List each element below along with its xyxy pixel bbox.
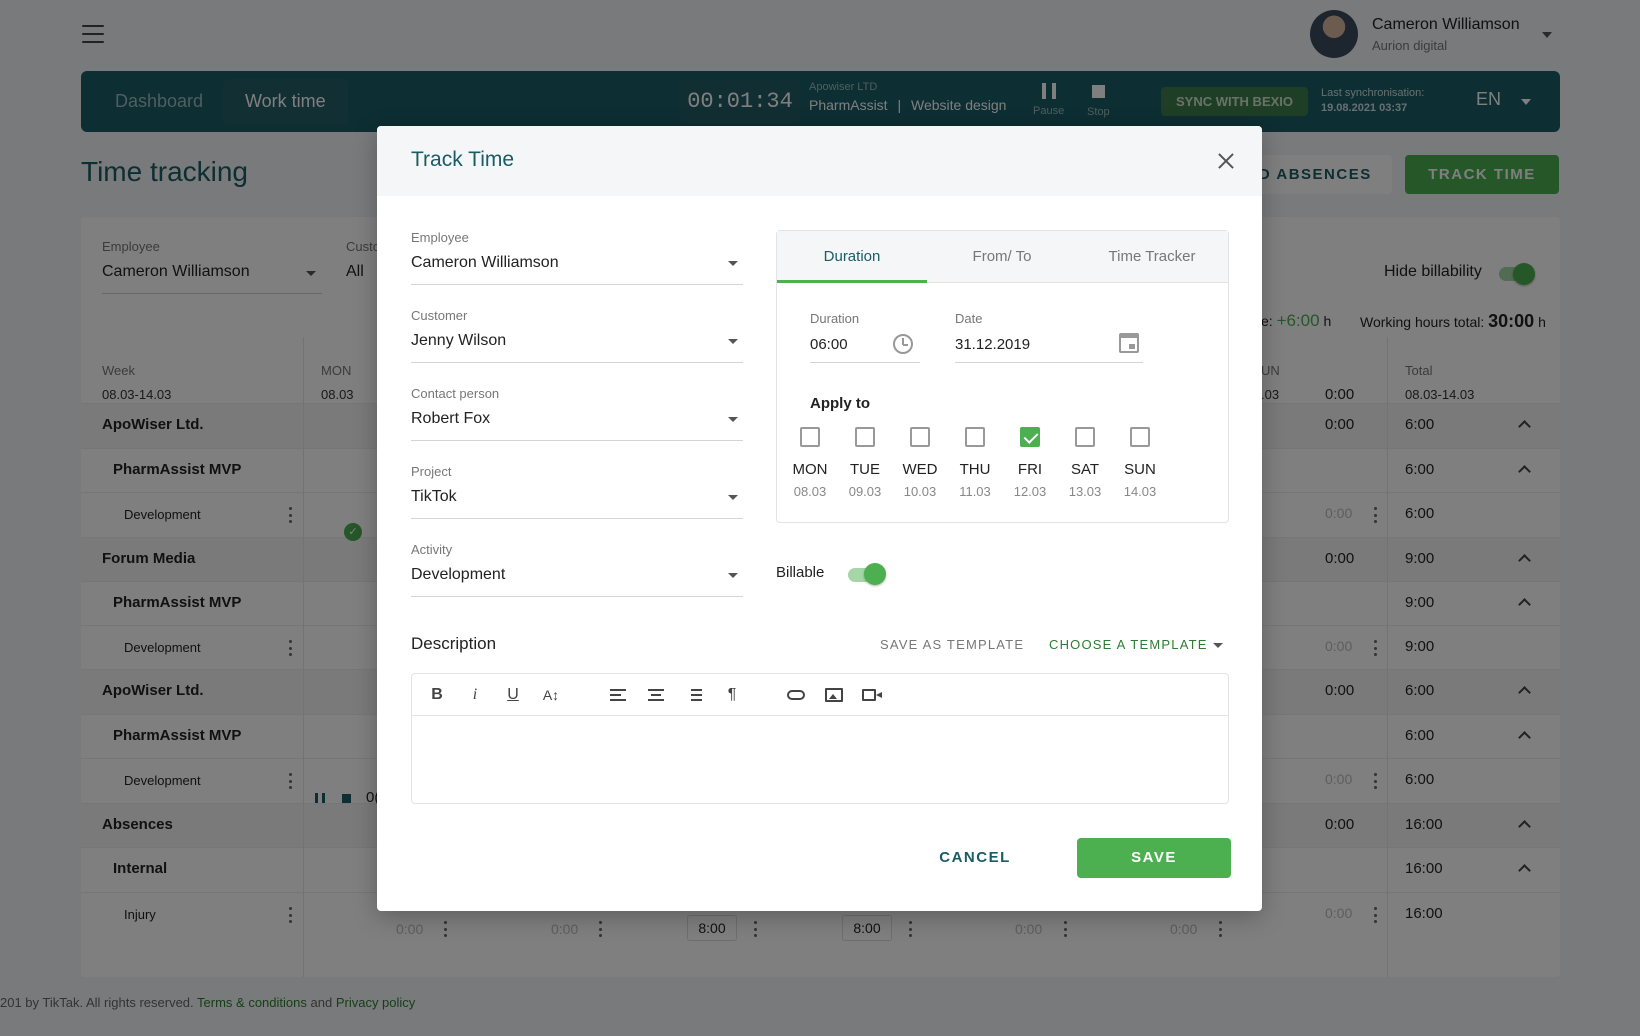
clock-icon[interactable] (893, 334, 913, 354)
day-checkbox-fri[interactable]: FRI 12.03 (1005, 427, 1055, 499)
calendar-icon[interactable] (1119, 333, 1139, 353)
duration-label: Duration (810, 311, 860, 326)
customer-label: Customer (411, 308, 468, 323)
day-name: SAT (1070, 461, 1100, 478)
divider (955, 362, 1143, 363)
duration-input[interactable]: 06:00 (810, 336, 848, 353)
save-button[interactable]: SAVE (1077, 838, 1231, 878)
date-label: Date (955, 311, 983, 326)
day-name: SUN (1124, 461, 1156, 478)
bold-icon[interactable]: B (425, 684, 449, 706)
divider (411, 284, 743, 285)
underline-icon[interactable]: U (501, 684, 525, 706)
close-icon[interactable] (1215, 150, 1237, 172)
checkbox[interactable] (800, 427, 820, 447)
employee-select[interactable]: Employee Cameron Williamson (411, 230, 743, 292)
customer-select[interactable]: Customer Jenny Wilson (411, 308, 743, 370)
day-name: FRI (1017, 461, 1043, 478)
day-checkbox-sat[interactable]: SAT 13.03 (1060, 427, 1110, 499)
checkbox[interactable] (855, 427, 875, 447)
contact-person-select[interactable]: Contact person Robert Fox (411, 386, 743, 448)
day-date: 09.03 (848, 484, 882, 499)
tab-time-tracker[interactable]: Time Tracker (1077, 231, 1227, 283)
employee-value[interactable]: Cameron Williamson (411, 254, 559, 272)
day-date: 08.03 (793, 484, 827, 499)
chevron-down-icon[interactable] (728, 573, 738, 578)
day-checkbox-mon[interactable]: MON 08.03 (785, 427, 835, 499)
project-value[interactable]: TikTok (411, 488, 457, 506)
billable-label: Billable (776, 564, 825, 581)
day-date: 14.03 (1123, 484, 1157, 499)
dialog-header: Track Time (377, 126, 1262, 196)
project-select[interactable]: Project TikTok (411, 464, 743, 526)
description-title: Description (411, 634, 497, 653)
time-entry-tabs: Duration From/ To Time Tracker Duration … (776, 230, 1229, 523)
numbered-list-icon[interactable] (682, 684, 706, 706)
paragraph-icon[interactable]: ¶ (720, 684, 744, 706)
cancel-button[interactable]: CANCEL (920, 838, 1030, 878)
italic-icon[interactable]: i (463, 684, 487, 706)
chevron-down-icon[interactable] (728, 495, 738, 500)
tab-from-to[interactable]: From/ To (927, 231, 1077, 283)
date-input[interactable]: 31.12.2019 (955, 336, 1030, 353)
tab-duration[interactable]: Duration (777, 231, 927, 283)
editor-toolbar: B i U A↕ ¶ (412, 674, 1228, 716)
day-checkbox-thu[interactable]: THU 11.03 (950, 427, 1000, 499)
save-as-template-button[interactable]: SAVE AS TEMPLATE (880, 637, 1024, 652)
activity-value[interactable]: Development (411, 566, 505, 584)
day-checkbox-wed[interactable]: WED 10.03 (895, 427, 945, 499)
choose-template-button[interactable]: CHOOSE A TEMPLATE (1049, 637, 1208, 652)
project-label: Project (411, 464, 452, 479)
divider (810, 362, 920, 363)
chevron-down-icon[interactable] (1213, 643, 1223, 648)
day-date: 12.03 (1013, 484, 1047, 499)
contact-person-label: Contact person (411, 386, 500, 401)
checkbox[interactable] (1075, 427, 1095, 447)
divider (411, 362, 743, 363)
checkbox[interactable] (1020, 427, 1040, 447)
checkbox[interactable] (965, 427, 985, 447)
customer-value[interactable]: Jenny Wilson (411, 332, 506, 350)
align-left-icon[interactable] (606, 684, 630, 706)
day-date: 11.03 (959, 484, 991, 499)
divider (411, 596, 743, 597)
checkbox[interactable] (910, 427, 930, 447)
font-size-icon[interactable]: A↕ (539, 684, 563, 706)
day-name: THU (959, 461, 991, 478)
divider (411, 440, 743, 441)
checkbox[interactable] (1130, 427, 1150, 447)
divider (411, 518, 743, 519)
activity-label: Activity (411, 542, 453, 557)
day-checkbox-tue[interactable]: TUE 09.03 (840, 427, 890, 499)
image-icon[interactable] (822, 684, 846, 706)
link-icon[interactable] (784, 684, 808, 706)
chevron-down-icon[interactable] (728, 339, 738, 344)
apply-to-title: Apply to (810, 395, 870, 412)
day-name: TUE (850, 461, 880, 478)
align-center-icon[interactable] (644, 684, 668, 706)
chevron-down-icon[interactable] (728, 261, 738, 266)
contact-person-value[interactable]: Robert Fox (411, 410, 490, 428)
activity-select[interactable]: Activity Development (411, 542, 743, 604)
employee-label: Employee (411, 230, 469, 245)
tab-bar: Duration From/ To Time Tracker (777, 231, 1228, 283)
day-name: WED (902, 461, 938, 478)
day-checkbox-sun[interactable]: SUN 14.03 (1115, 427, 1165, 499)
track-time-dialog: Track Time Employee Cameron Williamson C… (377, 126, 1262, 911)
chevron-down-icon[interactable] (728, 417, 738, 422)
description-editor[interactable]: B i U A↕ ¶ (411, 673, 1229, 804)
video-icon[interactable] (860, 684, 884, 706)
day-date: 10.03 (903, 484, 937, 499)
toggle-knob[interactable] (864, 563, 886, 585)
dialog-title: Track Time (411, 148, 515, 171)
day-name: MON (792, 461, 828, 478)
day-date: 13.03 (1068, 484, 1102, 499)
